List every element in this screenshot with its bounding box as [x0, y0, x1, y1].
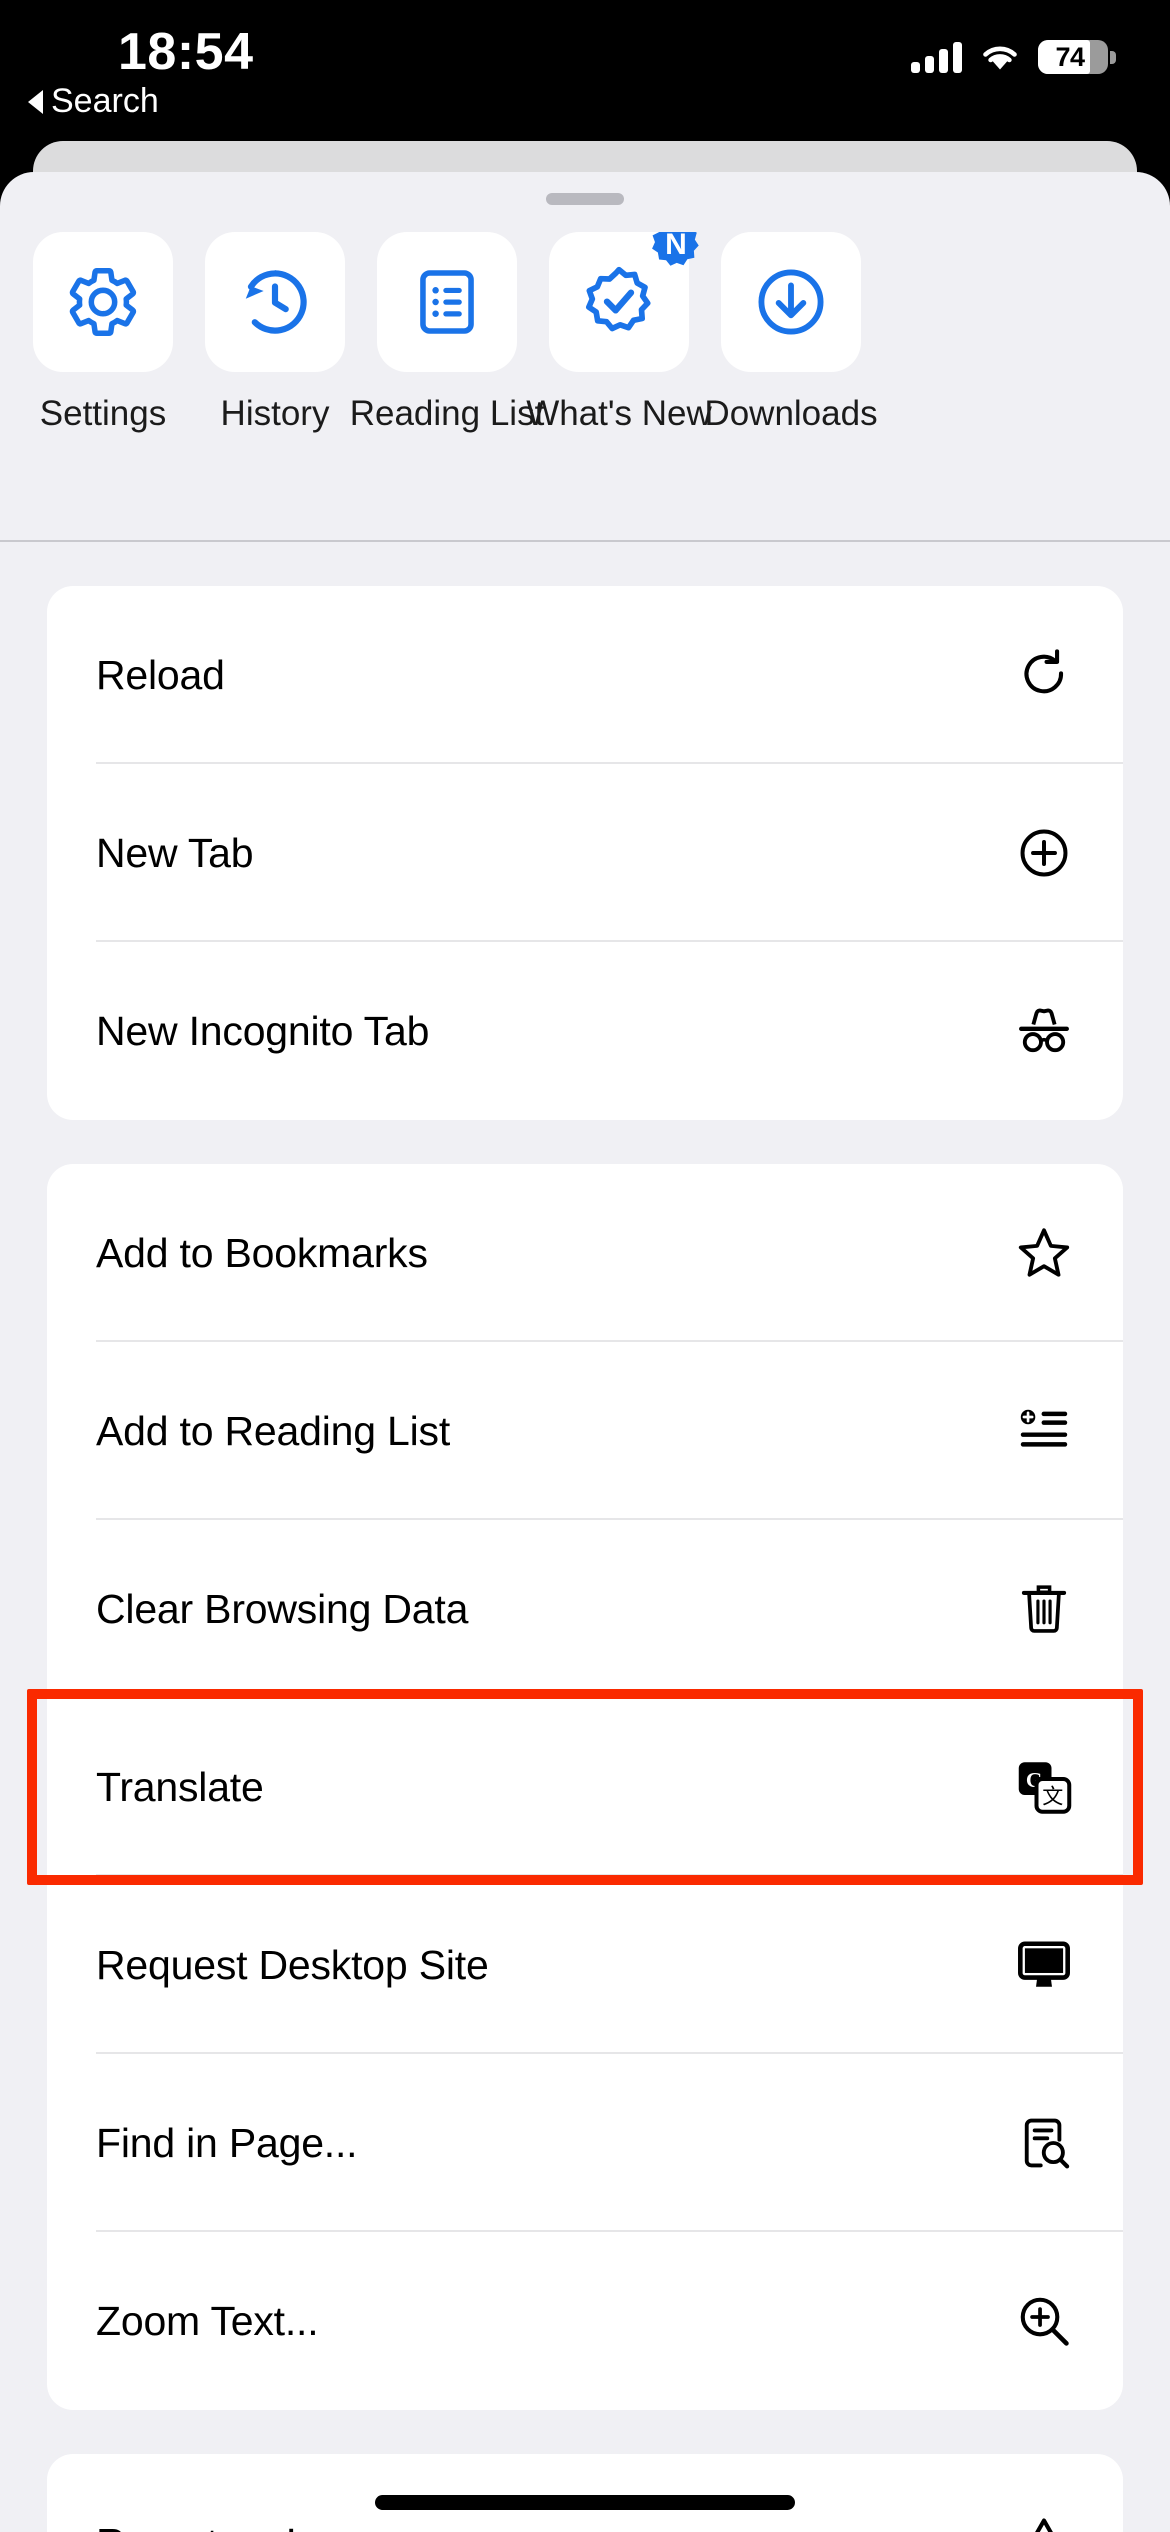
shortcut-downloads-tile[interactable] — [721, 232, 861, 372]
menu-item-reload[interactable]: Reload — [47, 586, 1123, 764]
reading-list-icon — [420, 270, 474, 334]
menu-item-new-incognito-tab[interactable]: New Incognito Tab — [47, 942, 1123, 1120]
menu-item-translate-label: Translate — [96, 1763, 264, 1810]
desktop-monitor-icon — [1013, 1934, 1075, 1996]
shortcut-history[interactable]: History — [205, 232, 345, 434]
find-in-page-icon — [1013, 2112, 1075, 2174]
menu-item-new-tab[interactable]: New Tab — [47, 764, 1123, 942]
shortcut-whats-new[interactable]: N What's New — [526, 232, 712, 434]
menu-item-clear-browsing-data[interactable]: Clear Browsing Data — [47, 1520, 1123, 1698]
back-to-search-button[interactable]: Search — [28, 82, 159, 121]
battery-icon: 74 — [1038, 40, 1116, 74]
shortcut-downloads-label: Downloads — [704, 394, 878, 433]
add-to-list-icon — [1013, 1400, 1075, 1462]
shortcut-downloads[interactable]: Downloads — [704, 232, 878, 434]
menu-item-report-an-issue[interactable]: Report an Issue — [47, 2454, 1123, 2532]
star-outline-icon — [1013, 1222, 1075, 1284]
header-divider — [0, 540, 1170, 542]
back-to-search-label: Search — [51, 82, 159, 120]
shortcut-icon-row[interactable]: Settings History Reading List N What's N… — [0, 232, 1170, 532]
triangle-left-icon — [28, 89, 43, 114]
gear-icon — [69, 267, 137, 337]
shortcut-history-tile[interactable] — [205, 232, 345, 372]
menu-item-clear-browsing-data-label: Clear Browsing Data — [96, 1585, 469, 1632]
home-indicator — [375, 2495, 795, 2510]
menu-item-report-an-issue-label: Report an Issue — [96, 2520, 1013, 2532]
cellular-signal-icon — [911, 41, 962, 73]
menu-item-request-desktop-site-label: Request Desktop Site — [96, 1941, 489, 1988]
menu-item-reload-label: Reload — [96, 651, 225, 698]
shortcut-settings[interactable]: Settings — [33, 232, 173, 434]
menu-card-support: Report an Issue Help — [47, 2454, 1123, 2532]
shortcut-settings-label: Settings — [39, 394, 167, 433]
wifi-icon — [983, 46, 1017, 70]
menu-list[interactable]: Reload New Tab New Incognito Tab Add to … — [0, 542, 1170, 2532]
menu-item-add-to-bookmarks[interactable]: Add to Bookmarks — [47, 1164, 1123, 1342]
shortcut-history-label: History — [220, 394, 330, 433]
status-bar: 18:54 Search 74 — [0, 0, 1170, 150]
translate-icon: G 文 — [1013, 1756, 1075, 1818]
shortcut-settings-tile[interactable] — [33, 232, 173, 372]
battery-percent-label: 74 — [1055, 41, 1085, 72]
menu-item-add-to-reading-list[interactable]: Add to Reading List — [47, 1342, 1123, 1520]
reload-icon — [1013, 644, 1075, 706]
menu-card-page-actions: Add to Bookmarks Add to Reading List Cle… — [47, 1164, 1123, 2410]
shortcut-whats-new-tile[interactable]: N — [549, 232, 699, 372]
status-bar-clock: 18:54 — [118, 23, 254, 81]
shortcut-reading-list-label: Reading List — [349, 394, 545, 433]
menu-item-new-tab-label: New Tab — [96, 829, 254, 876]
shortcut-whats-new-label: What's New — [526, 394, 712, 433]
status-bar-indicators: 74 — [911, 40, 1116, 74]
menu-item-add-to-bookmarks-label: Add to Bookmarks — [96, 1229, 428, 1276]
menu-item-find-in-page-label: Find in Page... — [96, 2119, 358, 2166]
whats-new-n-badge: N — [647, 232, 705, 274]
zoom-in-icon — [1013, 2290, 1075, 2352]
menu-item-add-to-reading-list-label: Add to Reading List — [96, 1407, 451, 1454]
menu-item-request-desktop-site[interactable]: Request Desktop Site — [47, 1876, 1123, 2054]
chrome-menu-sheet: Settings History Reading List N What's N… — [0, 172, 1170, 2532]
trash-icon — [1013, 1578, 1075, 1640]
whats-new-badge-icon — [586, 266, 651, 332]
incognito-icon — [1013, 1000, 1075, 1062]
download-circle-icon — [758, 269, 824, 335]
shortcut-reading-list[interactable]: Reading List — [350, 232, 544, 434]
shortcut-reading-list-tile[interactable] — [377, 232, 517, 372]
menu-item-find-in-page[interactable]: Find in Page... — [47, 2054, 1123, 2232]
menu-card-navigation: Reload New Tab New Incognito Tab — [47, 586, 1123, 1120]
warning-triangle-icon — [1013, 2512, 1075, 2532]
badge-n-label: N — [665, 232, 687, 261]
svg-text:文: 文 — [1042, 1785, 1063, 1809]
menu-item-translate[interactable]: Translate G 文 — [47, 1698, 1123, 1876]
menu-item-new-incognito-tab-label: New Incognito Tab — [96, 1007, 430, 1054]
sheet-grabber[interactable] — [546, 193, 624, 205]
history-clock-icon — [245, 270, 307, 334]
plus-circle-icon — [1013, 822, 1075, 884]
phone-screen: 18:54 Search 74 Settings History Reading… — [0, 0, 1170, 2532]
menu-item-zoom-text-label: Zoom Text... — [96, 2297, 319, 2344]
menu-item-zoom-text[interactable]: Zoom Text... — [47, 2232, 1123, 2410]
